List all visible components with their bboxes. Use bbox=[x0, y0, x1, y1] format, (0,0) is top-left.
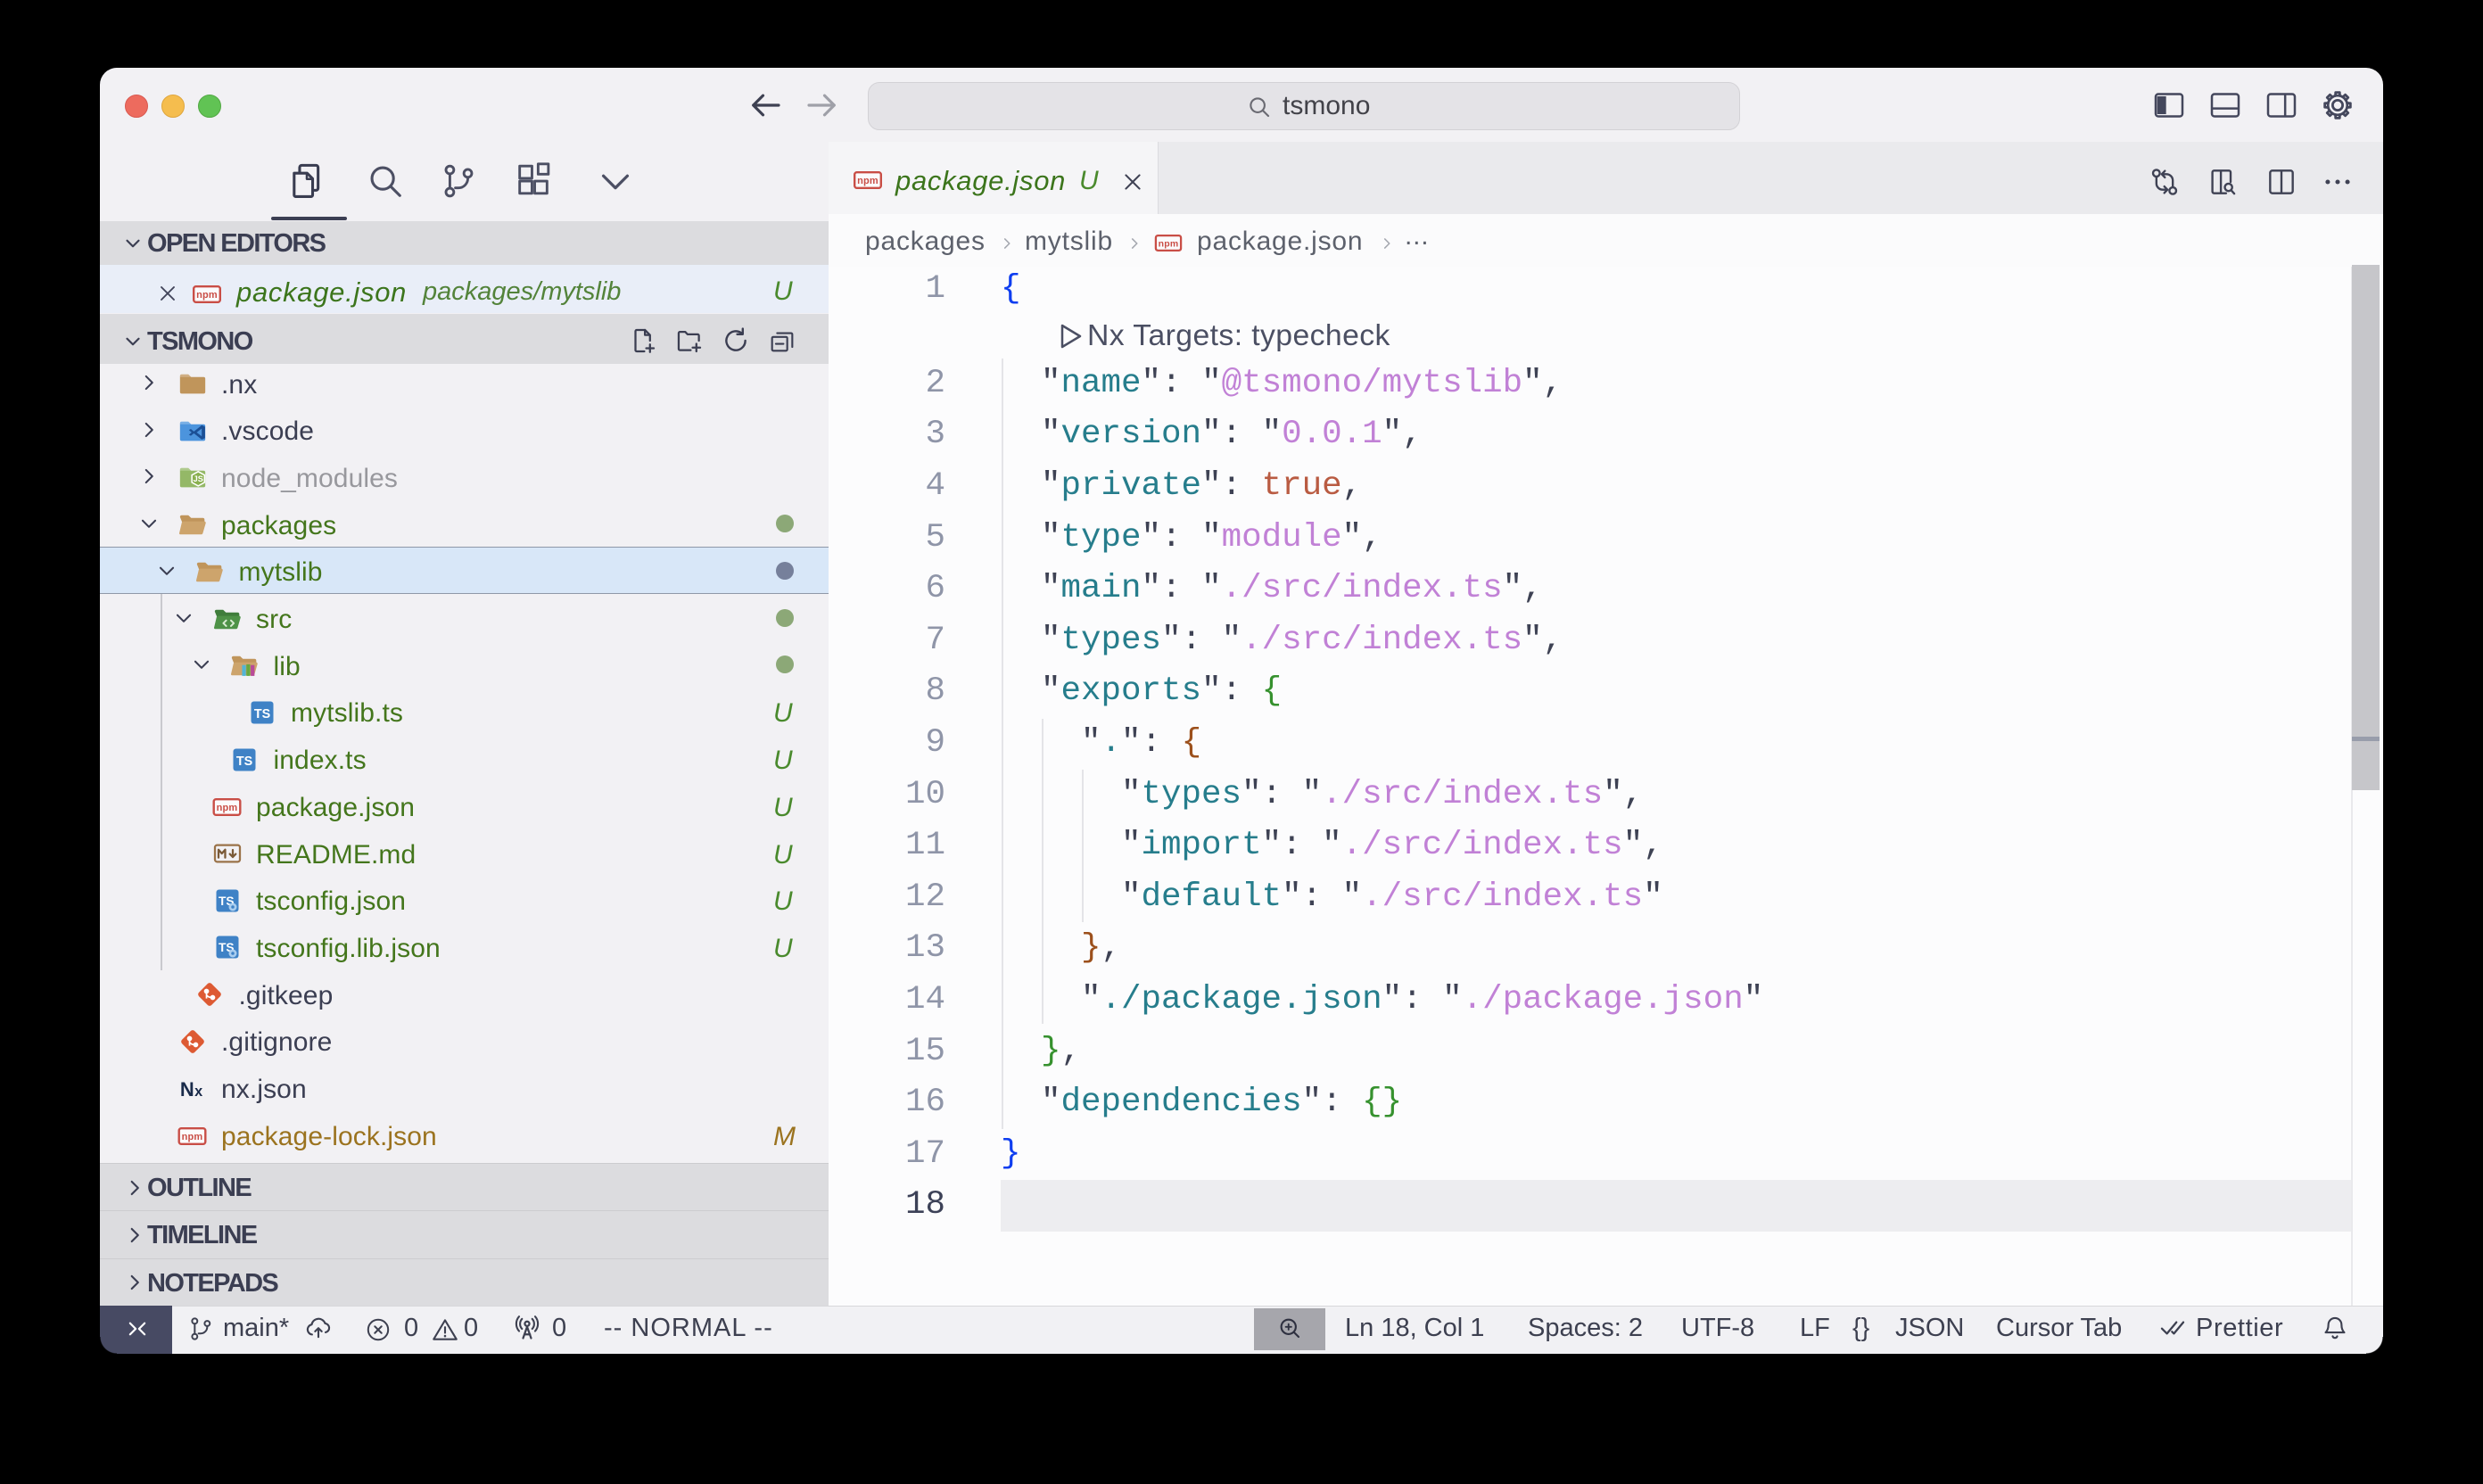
svg-text:npm: npm bbox=[217, 803, 238, 813]
svg-text:x: x bbox=[194, 1083, 202, 1099]
svg-text:TS: TS bbox=[236, 754, 253, 769]
svg-text:TS: TS bbox=[253, 707, 270, 721]
svg-text:npm: npm bbox=[182, 1132, 203, 1142]
svg-text:npm: npm bbox=[1159, 240, 1179, 250]
svg-text:JS: JS bbox=[193, 474, 202, 483]
svg-text:npm: npm bbox=[857, 176, 879, 186]
svg-text:npm: npm bbox=[196, 290, 218, 301]
svg-text:N: N bbox=[179, 1077, 194, 1100]
